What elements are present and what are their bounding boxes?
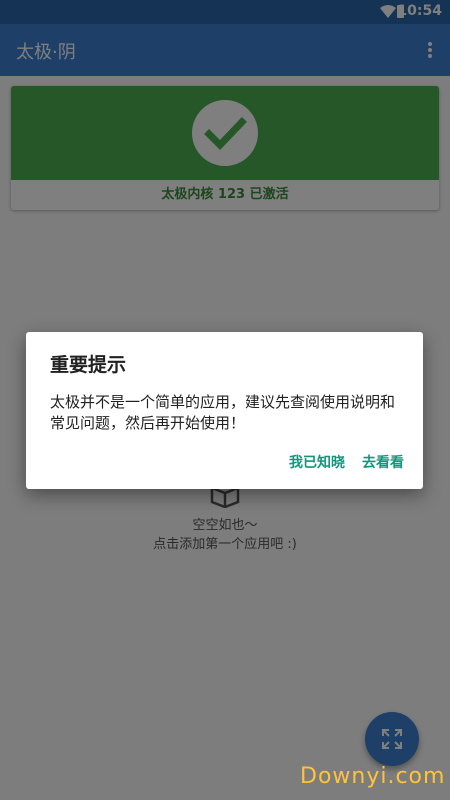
dialog-title: 重要提示 bbox=[50, 354, 127, 376]
dialog-message: 太极并不是一个简单的应用，建议先查阅使用说明和常见问题，然后再开始使用！ bbox=[50, 393, 396, 432]
view-guide-button[interactable]: 去看看 bbox=[362, 452, 404, 472]
watermark: Downyi.com bbox=[300, 764, 446, 789]
acknowledge-button[interactable]: 我已知晓 bbox=[289, 452, 345, 472]
notice-dialog: 重要提示 太极并不是一个简单的应用，建议先查阅使用说明和常见问题，然后再开始使用… bbox=[26, 332, 423, 489]
